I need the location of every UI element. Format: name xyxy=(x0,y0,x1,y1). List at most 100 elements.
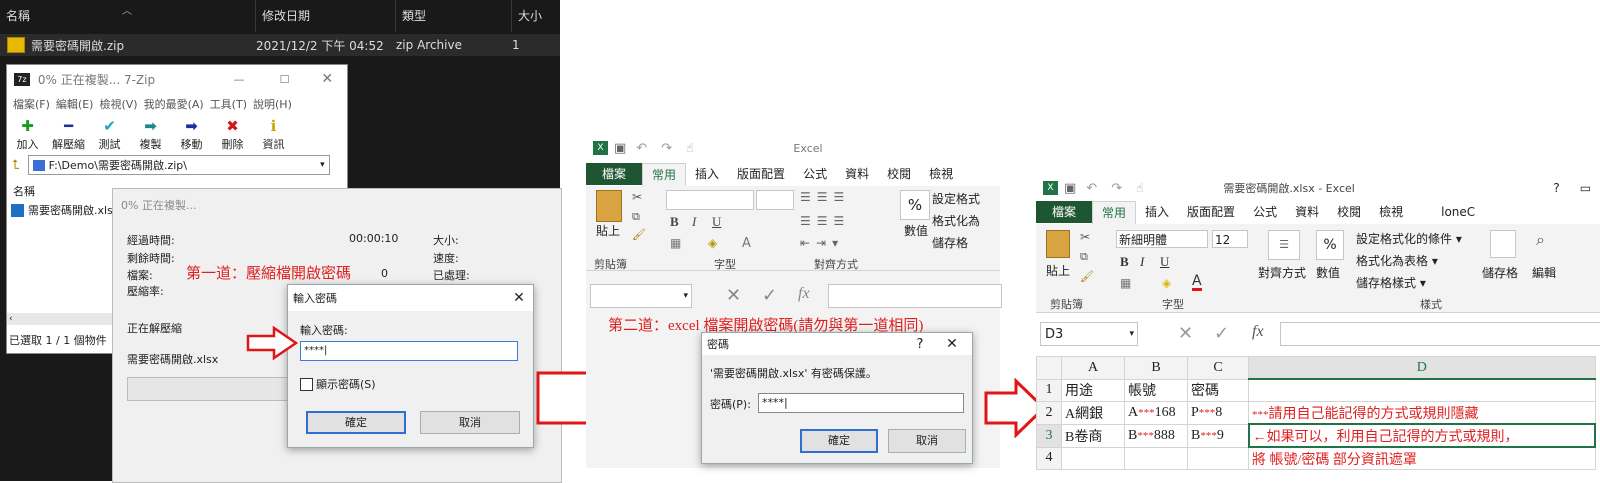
show-password-toggle[interactable]: 顯示密碼(S) xyxy=(300,376,376,392)
undo-icon[interactable]: ↶ xyxy=(1086,181,1097,196)
cell-a3[interactable]: B卷商 xyxy=(1061,423,1125,448)
close-icon[interactable]: ✕ xyxy=(505,290,533,306)
underline-icon[interactable]: U xyxy=(712,214,721,230)
menu-help[interactable]: 說明(H) xyxy=(253,96,292,112)
save-icon[interactable]: ▣ xyxy=(1064,181,1076,196)
checkbox[interactable] xyxy=(300,377,313,391)
align-middle-icons[interactable]: ☰☰☰ xyxy=(800,214,850,228)
paste-label[interactable]: 貼上 xyxy=(1046,262,1070,279)
file-row-zip[interactable]: 需要密碼開啟.zip 2021/12/2 下午 04:52 zip Archiv… xyxy=(0,34,560,56)
horizontal-scrollbar[interactable]: ‹ xyxy=(7,313,115,325)
tab-insert[interactable]: 插入 xyxy=(1136,201,1178,223)
find-icon[interactable]: ⌕ xyxy=(1536,230,1545,250)
column-size[interactable]: 大小 xyxy=(512,0,560,32)
menu-favorites[interactable]: 我的最愛(A) xyxy=(144,96,204,112)
copy-icon[interactable]: ⧉ xyxy=(1080,250,1088,264)
conditional-format[interactable]: 設定格式化的條件 ▾ xyxy=(1356,230,1462,247)
tab-review[interactable]: 校閱 xyxy=(878,163,920,185)
cell-c1[interactable]: 密碼 xyxy=(1187,378,1249,402)
tab-data[interactable]: 資料 xyxy=(836,163,878,185)
cell-c3[interactable]: B***9 xyxy=(1187,423,1249,448)
cell-d4[interactable]: 將 帳號/密碼 部分資訊遮罩 xyxy=(1248,446,1596,470)
tab-home[interactable]: 常用 xyxy=(1092,200,1137,224)
user-account[interactable]: loneC xyxy=(1432,201,1484,223)
test-button[interactable]: ✔ 測試 xyxy=(89,116,130,152)
tab-file[interactable]: 檔案 xyxy=(586,163,643,185)
ok-button[interactable]: 確定 xyxy=(800,429,878,453)
font-color-icon[interactable]: A xyxy=(1192,274,1202,291)
cell-c2[interactable]: P***8 xyxy=(1187,401,1249,425)
list-header-name[interactable]: 名稱 xyxy=(13,183,35,199)
ok-button[interactable]: 確定 xyxy=(306,411,406,434)
copy-icon[interactable]: ⧉ xyxy=(632,210,640,224)
cell-a1[interactable]: 用途 xyxy=(1061,378,1125,402)
column-type[interactable]: 類型 xyxy=(396,0,512,32)
fill-color-icon[interactable]: ◈ xyxy=(708,236,717,250)
cell-c4[interactable] xyxy=(1187,446,1249,470)
font-color-icon[interactable]: A xyxy=(742,236,751,251)
cancel-button[interactable]: 取消 xyxy=(888,429,966,453)
italic-icon[interactable]: I xyxy=(1140,254,1144,270)
bold-icon[interactable]: B xyxy=(1120,254,1129,270)
column-header-d[interactable]: D xyxy=(1248,356,1596,380)
group-alignment[interactable]: 對齊方式 xyxy=(1258,264,1306,281)
name-box[interactable]: D3 ▾ xyxy=(1040,322,1138,346)
path-input[interactable]: F:\Demo\需要密碼開啟.zip\ ▾ xyxy=(27,155,330,175)
underline-icon[interactable]: U xyxy=(1160,254,1169,270)
cell-d3[interactable]: ←如果可以，利用自己記得的方式或規則， xyxy=(1247,423,1596,448)
group-editing[interactable]: 編輯 xyxy=(1532,264,1556,281)
cell-styles[interactable]: 儲存格樣式 ▾ xyxy=(1356,274,1426,291)
bold-icon[interactable]: B xyxy=(670,214,679,230)
formula-bar[interactable] xyxy=(1280,322,1600,346)
close-icon[interactable]: ✕ xyxy=(932,336,972,352)
help-icon[interactable]: ? xyxy=(908,337,932,352)
corner-cell[interactable] xyxy=(1036,356,1062,380)
extract-button[interactable]: ━ 解壓縮 xyxy=(48,116,89,152)
alignment-icon[interactable]: ☰ xyxy=(1268,230,1300,260)
add-button[interactable]: ✚ 加入 xyxy=(7,116,48,152)
row-header[interactable]: 1 xyxy=(1036,378,1062,402)
border-icon[interactable]: ▦ xyxy=(1120,276,1131,290)
conditional-format[interactable]: 設定格式 xyxy=(932,190,980,207)
copy-button[interactable]: ➡ 複製 xyxy=(130,116,171,152)
row-header[interactable]: 2 xyxy=(1036,401,1062,425)
cell-a2[interactable]: A網銀 xyxy=(1061,401,1125,425)
cut-icon[interactable]: ✂ xyxy=(1080,230,1090,244)
cell-a4[interactable] xyxy=(1061,446,1125,470)
font-size-box[interactable]: 12 xyxy=(1212,230,1248,248)
touch-mode-icon[interactable]: ☝ xyxy=(1136,181,1143,195)
cancel-entry-icon[interactable]: ✕ xyxy=(726,285,741,306)
tab-review[interactable]: 校閱 xyxy=(1328,201,1370,223)
chevron-down-icon[interactable]: ▾ xyxy=(320,160,325,170)
row-header[interactable]: 3 xyxy=(1036,423,1062,448)
percent-icon[interactable]: % xyxy=(900,190,930,220)
password-input[interactable]: ****| xyxy=(300,341,518,361)
cell-d2[interactable]: ***請用自己能記得的方式或規則隱藏 xyxy=(1248,401,1596,425)
tab-view[interactable]: 檢視 xyxy=(1370,201,1412,223)
cell-b2[interactable]: A***168 xyxy=(1124,401,1188,425)
tab-layout[interactable]: 版面配置 xyxy=(728,163,794,185)
tab-formulas[interactable]: 公式 xyxy=(1244,201,1286,223)
column-date[interactable]: 修改日期 xyxy=(256,0,396,32)
cancel-entry-icon[interactable]: ✕ xyxy=(1178,323,1193,344)
maximize-icon[interactable]: ☐ xyxy=(262,73,308,86)
close-icon[interactable]: ✕ xyxy=(307,71,347,87)
group-number[interactable]: 數值 xyxy=(1316,264,1340,281)
move-button[interactable]: ➡ 移動 xyxy=(171,116,212,152)
format-painter-icon[interactable]: 🖌 xyxy=(1080,270,1094,283)
paste-label[interactable]: 貼上 xyxy=(596,222,620,239)
paste-icon[interactable] xyxy=(596,190,622,222)
undo-icon[interactable]: ↶ xyxy=(636,141,647,156)
cell-b1[interactable]: 帳號 xyxy=(1124,378,1188,402)
group-cells[interactable]: 儲存格 xyxy=(1482,264,1518,281)
tab-insert[interactable]: 插入 xyxy=(686,163,728,185)
cells-icon[interactable] xyxy=(1490,230,1516,258)
menu-edit[interactable]: 編輯(E) xyxy=(56,96,94,112)
list-item[interactable]: 需要密碼開啟.xlsx xyxy=(11,202,119,218)
tab-data[interactable]: 資料 xyxy=(1286,201,1328,223)
menu-tools[interactable]: 工具(T) xyxy=(210,96,247,112)
border-icon[interactable]: ▦ xyxy=(670,236,681,250)
confirm-entry-icon[interactable]: ✓ xyxy=(762,285,777,306)
cell-b3[interactable]: B***888 xyxy=(1124,423,1188,448)
tab-layout[interactable]: 版面配置 xyxy=(1178,201,1244,223)
